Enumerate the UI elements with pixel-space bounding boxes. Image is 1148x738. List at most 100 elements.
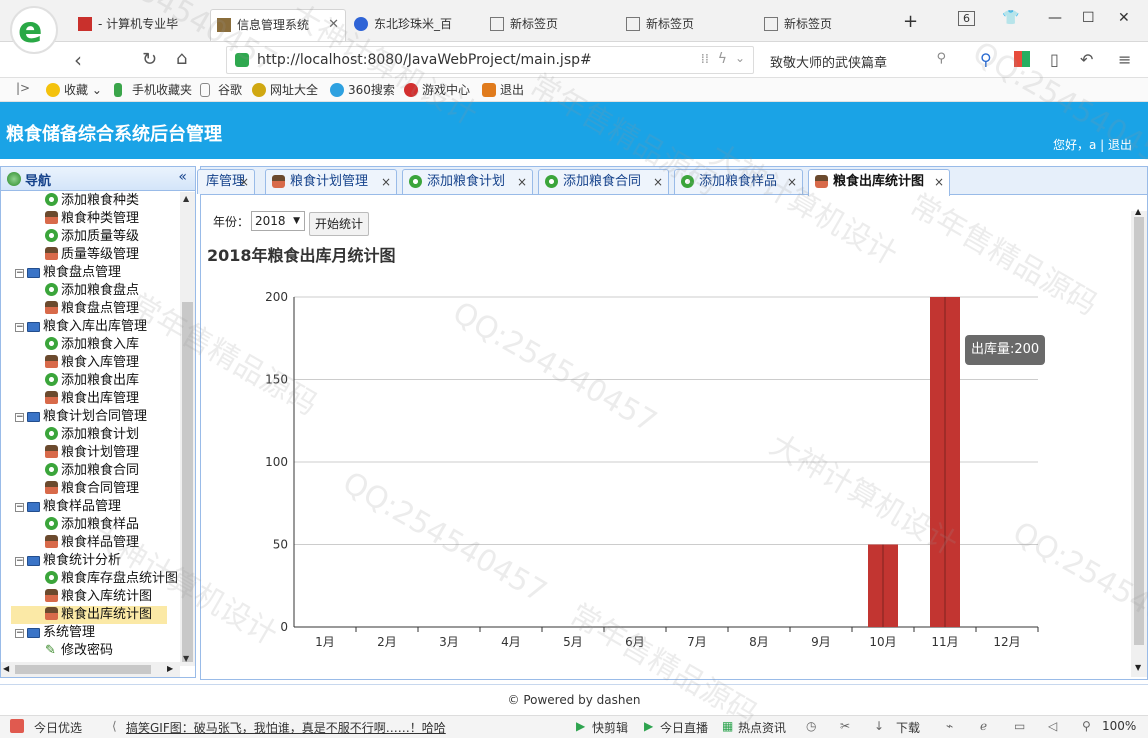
start-statistics-button[interactable]: 开始统计 [309, 212, 370, 236]
nav-item[interactable]: 粮食盘点管理 [45, 300, 139, 318]
nav-item[interactable]: 粮食出库管理 [45, 390, 139, 408]
content-tab[interactable]: 库管理 × [197, 169, 255, 194]
close-window-icon[interactable]: ✕ [1118, 10, 1130, 26]
nav-item[interactable]: 添加粮食出库 [45, 372, 139, 390]
close-tab-icon[interactable]: × [934, 170, 944, 194]
window-icon[interactable]: ▭ [1014, 719, 1025, 733]
back-icon[interactable]: ‹ [74, 48, 82, 72]
year-select[interactable]: 2018 ▼ [251, 211, 305, 231]
content-tab[interactable]: 粮食计划管理 × [265, 169, 397, 194]
browser-tab[interactable]: 新标签页 [758, 9, 892, 41]
nav-vertical-scrollbar[interactable]: ▲ ▼ [180, 192, 195, 666]
nav-item[interactable]: − 粮食统计分析 [15, 552, 121, 570]
scroll-left-icon[interactable]: ◀ [3, 664, 9, 673]
fav-item[interactable]: 手机收藏夹 [114, 81, 192, 98]
collapse-toggle-icon[interactable]: − [15, 269, 24, 278]
scroll-thumb[interactable] [15, 665, 151, 674]
close-tab-icon[interactable]: × [239, 170, 249, 194]
browser-tab[interactable]: 新标签页 [484, 9, 618, 41]
nav-item[interactable]: 粮食计划管理 [45, 444, 139, 462]
status-item[interactable]: 热点资讯 [738, 719, 786, 736]
phone-icon[interactable]: ▯ [1050, 50, 1059, 69]
status-item[interactable]: 下载 [896, 719, 920, 736]
scroll-thumb[interactable] [1134, 217, 1144, 645]
fav-item[interactable]: 谷歌 [200, 81, 242, 98]
nav-item[interactable]: 添加质量等级 [45, 228, 139, 246]
tab-count-badge[interactable]: 6 [958, 11, 975, 26]
browser-tab[interactable]: - 计算机专业毕 [72, 9, 208, 41]
content-tab[interactable]: 添加粮食样品 × [674, 169, 803, 194]
status-item[interactable]: 今日直播 [660, 719, 708, 736]
nav-item[interactable]: 添加粮食入库 [45, 336, 139, 354]
close-tab-icon[interactable]: × [787, 170, 797, 194]
nav-item[interactable]: − 粮食入库出库管理 [15, 318, 147, 336]
minimize-icon[interactable]: — [1048, 10, 1062, 26]
nav-item[interactable]: 粮食库存盘点统计图 [45, 570, 178, 588]
scroll-up-icon[interactable]: ▲ [1135, 207, 1141, 216]
nav-item[interactable]: − 系统管理 [15, 624, 95, 642]
nav-item[interactable]: − 粮食计划合同管理 [15, 408, 147, 426]
zoom-icon[interactable]: ⚲ [1082, 719, 1091, 733]
collapse-toggle-icon[interactable]: − [15, 629, 24, 638]
home-icon[interactable]: ⌂ [176, 48, 187, 69]
fav-item[interactable]: 退出 [482, 81, 524, 98]
clock-icon[interactable]: ◷ [806, 719, 816, 733]
scroll-up-icon[interactable]: ▲ [183, 194, 189, 203]
chevron-down-icon[interactable]: ⌄ [735, 51, 745, 65]
close-tab-icon[interactable]: × [381, 170, 391, 194]
status-item[interactable]: 快剪辑 [592, 719, 628, 736]
scroll-down-icon[interactable]: ▼ [183, 654, 189, 663]
browser-tab[interactable]: 新标签页 [620, 9, 754, 41]
nav-item[interactable]: − 粮食盘点管理 [15, 264, 121, 282]
search-icon[interactable]: ⚲ [936, 51, 946, 66]
status-left-label[interactable]: 今日优选 [34, 719, 82, 736]
nav-item[interactable]: 粮食合同管理 [45, 480, 139, 498]
search-icon[interactable]: ⚲ [980, 50, 992, 69]
fav-item[interactable]: 网址大全 [252, 81, 318, 98]
nav-item[interactable]: 粮食入库管理 [45, 354, 139, 372]
logout-link[interactable]: 退出 [1108, 138, 1132, 152]
nav-item[interactable]: 粮食入库统计图 [45, 588, 152, 606]
scroll-thumb[interactable] [182, 302, 193, 662]
speed-icon[interactable]: ⌁ [946, 719, 953, 733]
lightning-icon[interactable]: ϟ [718, 51, 727, 67]
browser-tab-active[interactable]: 信息管理系统 ✕ [210, 9, 346, 41]
close-tab-icon[interactable]: × [517, 170, 527, 194]
nav-item[interactable]: 粮食种类管理 [45, 210, 139, 228]
content-tab[interactable]: 添加粮食计划 × [402, 169, 533, 194]
new-tab-button[interactable]: + [903, 11, 918, 32]
sidebar-toggle-icon[interactable]: |> [4, 81, 30, 95]
nav-item[interactable]: ✎ 修改密码 [45, 642, 113, 660]
nav-item[interactable]: 添加粮食盘点 [45, 282, 139, 300]
scroll-right-icon[interactable]: ▶ [167, 664, 173, 673]
fav-item[interactable]: 游戏中心 [404, 81, 470, 98]
browser-tab[interactable]: 东北珍珠米_百 [348, 9, 482, 41]
collapse-toggle-icon[interactable]: − [15, 323, 24, 332]
content-tab-active[interactable]: 粮食出库统计图 × [808, 169, 950, 196]
collapse-icon[interactable]: « [178, 169, 187, 185]
nav-item[interactable]: 添加粮食合同 [45, 462, 139, 480]
browser-logo-icon[interactable]: e [10, 6, 58, 54]
collapse-toggle-icon[interactable]: − [15, 503, 24, 512]
tools-icon[interactable]: ✂ [840, 719, 850, 733]
nav-item[interactable]: − 粮食样品管理 [15, 498, 121, 516]
grid-icon[interactable]: ⁞⁞ [701, 52, 709, 67]
collapse-toggle-icon[interactable]: − [15, 557, 24, 566]
apps-icon[interactable] [1014, 51, 1030, 67]
url-input[interactable]: http://localhost:8080/JavaWebProject/mai… [226, 46, 754, 74]
collapse-toggle-icon[interactable]: − [15, 413, 24, 422]
nav-item[interactable]: 添加粮食种类 [45, 192, 139, 210]
refresh-icon[interactable]: ↻ [142, 49, 157, 70]
content-tab[interactable]: 添加粮食合同 × [538, 169, 669, 194]
search-input[interactable]: 致敬大师的武侠篇章 ⚲ [760, 46, 956, 74]
undo-icon[interactable]: ↶ [1080, 50, 1093, 69]
nav-horizontal-scrollbar[interactable]: ◀ ▶ [1, 662, 180, 677]
menu-icon[interactable]: ≡ [1118, 50, 1131, 69]
nav-item[interactable]: 质量等级管理 [45, 246, 139, 264]
fav-item[interactable]: 360搜索 [330, 81, 395, 98]
maximize-icon[interactable]: ☐ [1082, 10, 1095, 26]
nav-item[interactable]: 添加粮食样品 [45, 516, 139, 534]
news-ticker-link[interactable]: 搞笑GIF图：破马张飞，我怕谁，真是不服不行啊……！哈哈 [126, 719, 446, 736]
close-tab-icon[interactable]: ✕ [328, 10, 339, 40]
ie-icon[interactable]: ℯ [980, 719, 987, 733]
